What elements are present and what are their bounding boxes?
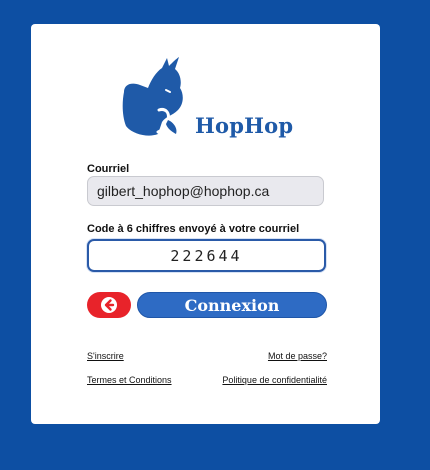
forgot-password-link[interactable]: Mot de passe? (268, 351, 327, 361)
email-label: Courriel (87, 163, 130, 175)
code-label: Code à 6 chiffres envoyé à votre courrie… (87, 223, 300, 235)
login-card: HopHop Courriel Code à 6 chiffres envoyé… (31, 24, 380, 424)
back-button[interactable] (87, 292, 131, 318)
code-field[interactable] (87, 239, 326, 272)
signup-link[interactable]: S'inscrire (87, 351, 124, 361)
terms-link[interactable]: Termes et Conditions (87, 375, 172, 385)
arrow-left-icon (101, 297, 117, 313)
login-button[interactable]: Connexion (137, 292, 327, 318)
brand-name: HopHop (195, 113, 294, 138)
hophop-logo-icon (122, 57, 183, 136)
privacy-link[interactable]: Politique de confidentialité (222, 375, 327, 385)
email-field[interactable] (87, 176, 324, 206)
